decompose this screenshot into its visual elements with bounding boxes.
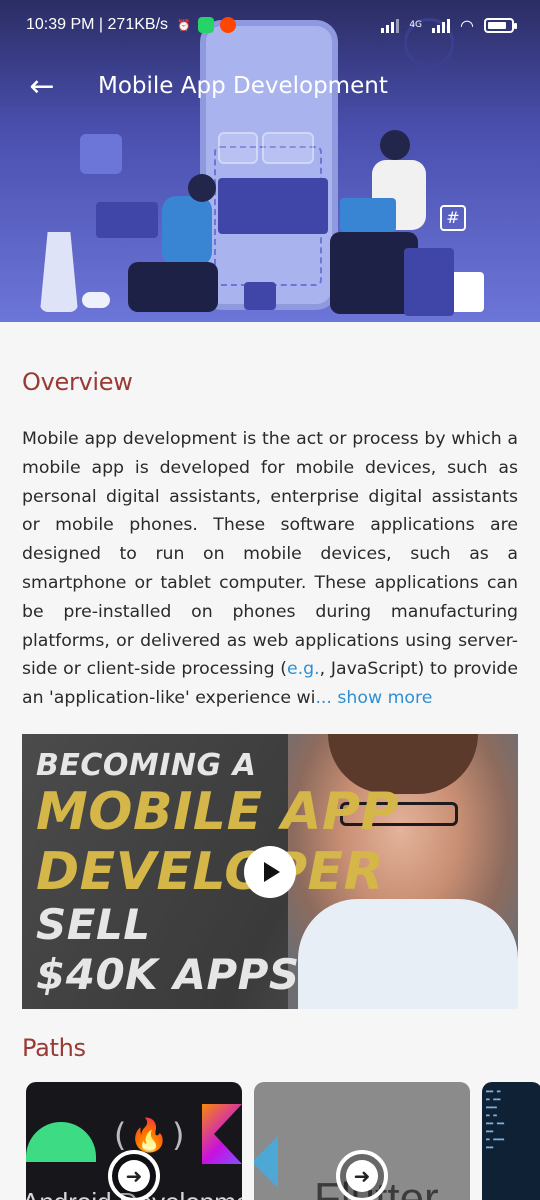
kotlin-logo-icon [202,1104,242,1164]
cloud-illustration [82,292,110,308]
user-card-icon [450,272,484,312]
overview-text: Mobile app development is the act or pro… [22,429,518,680]
android-logo-icon [26,1122,96,1162]
server-illustration [404,248,454,316]
person-left-head [188,174,216,202]
presenter-shirt [298,899,518,1009]
window-illustration [96,202,158,238]
paths-carousel[interactable]: (🔥) Android Development ➜ Flutter ➜ ▬▬ ▬… [26,1082,540,1200]
arrow-right-icon: ➜ [118,1160,150,1192]
wifi-icon: ◠ [460,15,474,35]
arrow-left-icon: ← [29,68,55,104]
signal-icon-2 [432,17,451,33]
signal-icon [381,17,400,33]
plant-illustration [40,232,78,312]
card-illustration [218,178,328,234]
person-left-illustration [162,196,212,266]
show-more-link[interactable]: ... show more [315,688,432,708]
path-card-android[interactable]: (🔥) Android Development ➜ [26,1082,242,1200]
notification-icons: ⏰ [176,17,237,33]
video-text-line5: $40K APPS [36,950,300,999]
video-thumbnail[interactable]: BECOMING A MOBILE APP DEVELOPER SELL $40… [22,734,518,1009]
back-button[interactable]: ← [14,58,70,114]
freecodecamp-logo-icon: (🔥) [110,1116,189,1154]
reddit-icon [220,17,237,33]
whatsapp-icon [198,17,215,33]
alarm-icon: ⏰ [177,18,191,32]
lock-icon [80,134,122,174]
person-right-head [380,130,410,160]
laptop-illustration [340,198,396,232]
battery-icon [484,17,517,33]
video-text-line2: MOBILE APP [36,782,400,842]
overview-description: Mobile app development is the act or pro… [22,425,518,713]
code-icon [218,132,258,164]
code-preview-image: ▬▬ ▬ ▬ ▬▬ ▬▬▬ ▬ ▬ ▬▬ ▬▬ ▬▬ ▬ ▬▬▬ ▬▬ [486,1088,505,1151]
image-icon [262,132,314,164]
status-bar: 10:39 PM | 271KB/s ⏰ 4G ◠ [0,0,540,50]
arrow-right-icon: ➜ [346,1160,378,1192]
eg-link[interactable]: e.g. [287,659,320,679]
video-text-line1: BECOMING A [36,748,257,783]
play-icon[interactable] [244,846,296,898]
overview-title: Overview [22,368,133,396]
status-time: 10:39 PM | 271KB/s [26,16,169,33]
person-left-legs [128,262,218,312]
video-text-line4: SELL [36,900,151,949]
video-text-line3: DEVELOPER [36,842,385,902]
hash-icon: # [440,205,466,231]
hero-banner: # 10:39 PM | 271KB/s ⏰ 4G ◠ ← Mobile App… [0,0,540,322]
main-content: Overview Mobile app development is the a… [0,322,540,1200]
paths-title: Paths [22,1034,86,1062]
screen: # 10:39 PM | 271KB/s ⏰ 4G ◠ ← Mobile App… [0,0,540,1200]
status-right: 4G ◠ [381,15,517,35]
video-icon [244,282,276,310]
open-path-button[interactable]: ➜ [108,1150,160,1200]
app-bar: ← Mobile App Development [0,58,540,114]
path-card-next[interactable]: ▬▬ ▬ ▬ ▬▬ ▬▬▬ ▬ ▬ ▬▬ ▬▬ ▬▬ ▬ ▬▬▬ ▬▬ [482,1082,540,1200]
flutter-logo-icon [254,1136,278,1188]
page-title: Mobile App Development [98,73,388,99]
open-path-button[interactable]: ➜ [336,1150,388,1200]
path-card-flutter[interactable]: Flutter ➜ [254,1082,470,1200]
network-type: 4G [409,20,423,30]
